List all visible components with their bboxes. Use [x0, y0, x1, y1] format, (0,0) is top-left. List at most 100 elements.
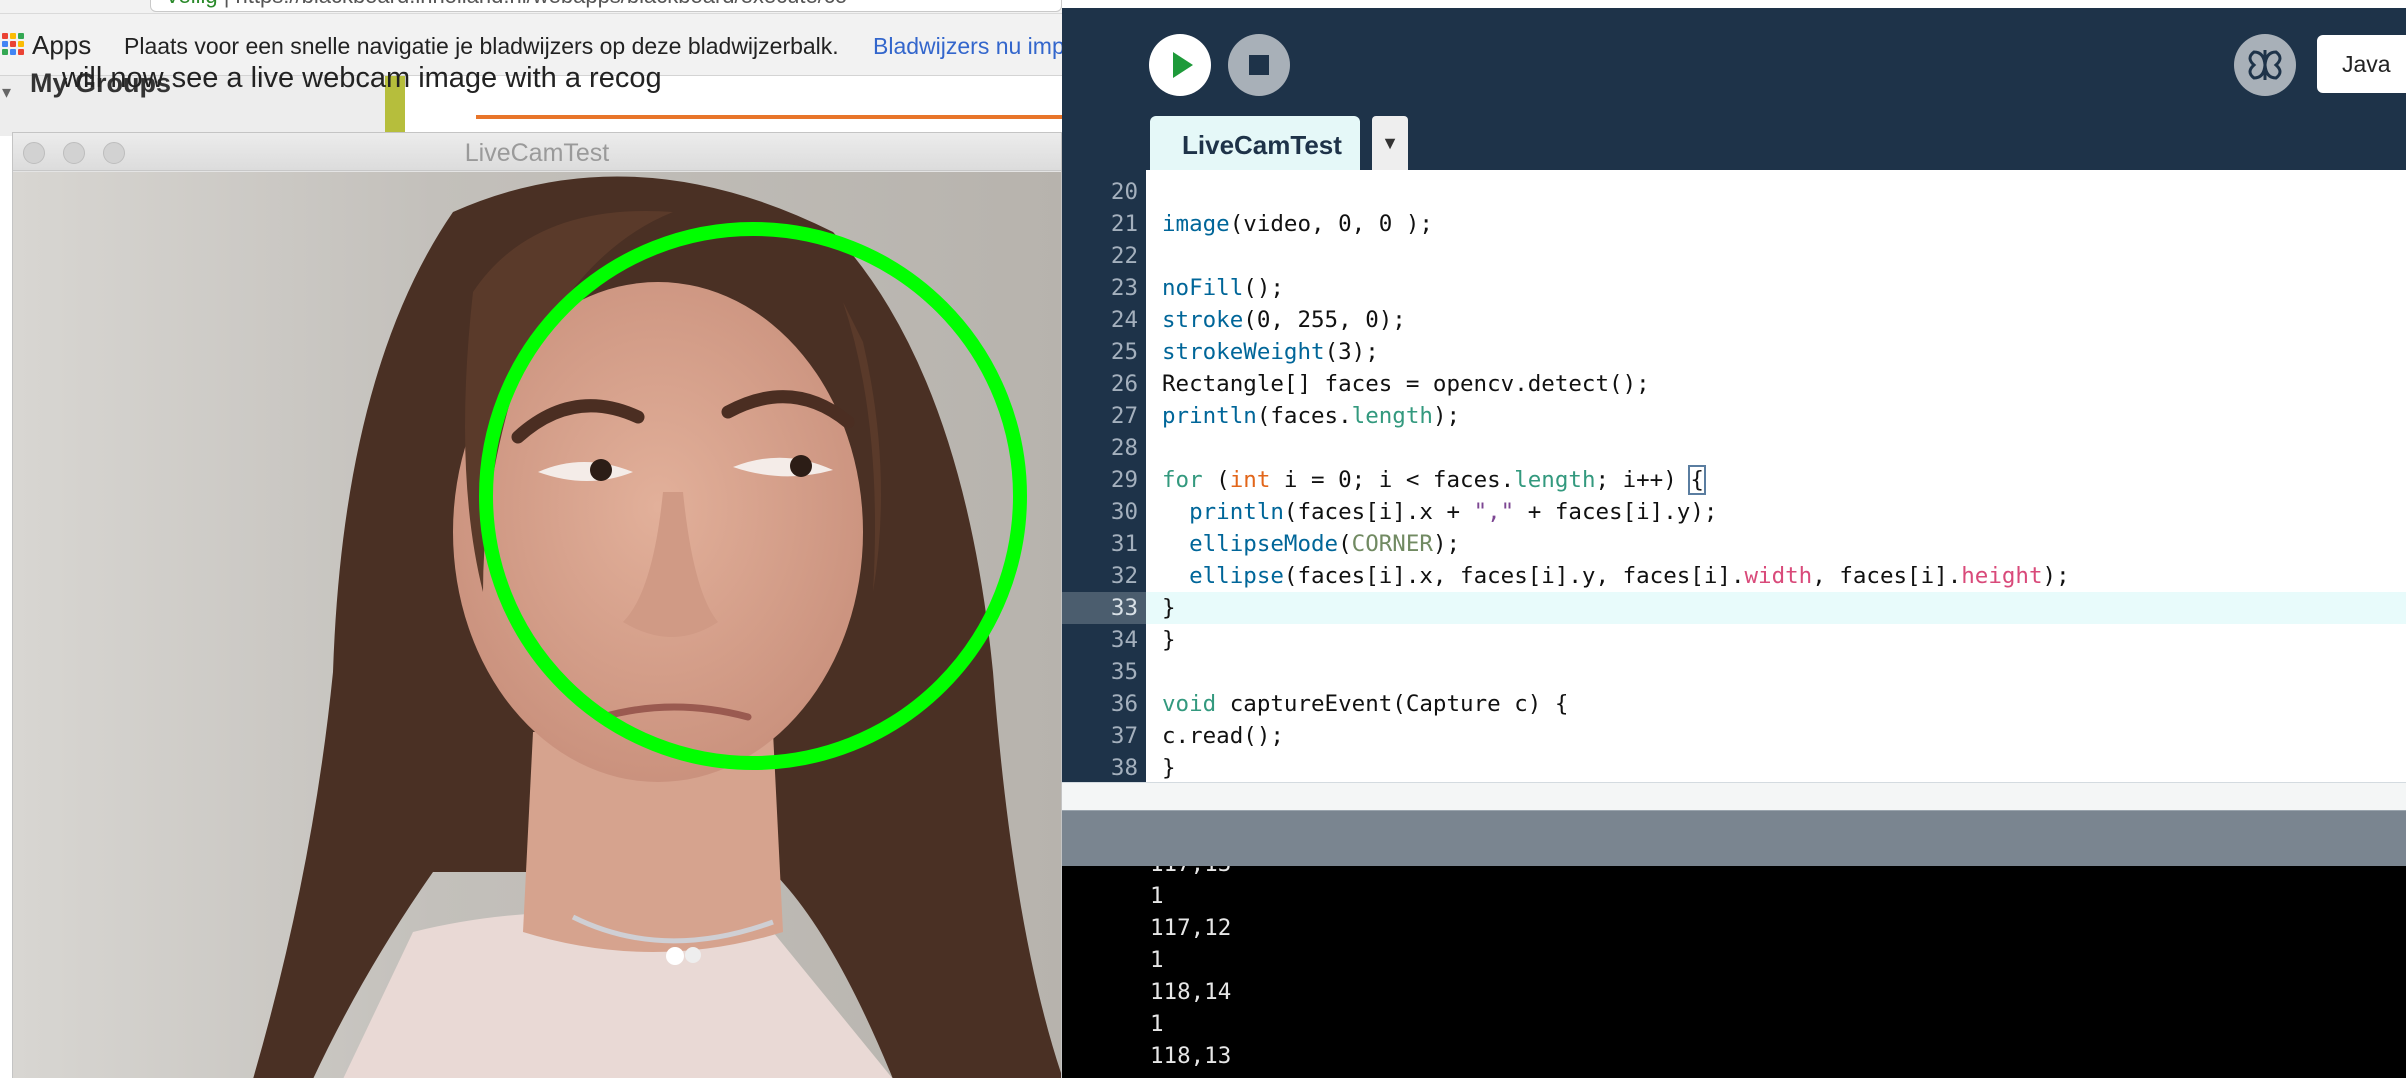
code-line[interactable]: 21 image(video, 0, 0 );: [1062, 208, 2406, 240]
mode-label: Java: [2342, 51, 2391, 77]
page-divider: [476, 115, 1062, 119]
apps-dot: [2, 41, 8, 47]
mode-selector[interactable]: Java ▼: [2317, 35, 2406, 93]
apps-dot: [2, 33, 8, 39]
line-number: 23: [1110, 275, 1138, 301]
secure-lock-label: Veilig: [165, 0, 218, 8]
apps-dot: [10, 49, 16, 55]
stop-button[interactable]: [1228, 34, 1290, 96]
line-number: 22: [1110, 243, 1138, 269]
code-line[interactable]: 30 println(faces[i].x + "," + faces[i].y…: [1062, 496, 2406, 528]
editor-horizontal-scrollbar[interactable]: [1062, 782, 2406, 810]
apps-dot: [18, 41, 24, 47]
code-line[interactable]: 34}: [1062, 624, 2406, 656]
line-number: 33: [1062, 592, 1146, 624]
line-number: 38: [1110, 755, 1138, 781]
code-text: c.read();: [1162, 723, 1284, 749]
sketch-window: LiveCamTest: [12, 132, 1062, 1078]
code-text: }: [1162, 755, 1176, 781]
webcam-image: [13, 172, 1061, 1078]
run-button[interactable]: [1149, 34, 1211, 96]
console-line: 117,13: [1150, 866, 1231, 880]
line-number: 20: [1110, 179, 1138, 205]
line-number: 37: [1110, 723, 1138, 749]
code-text: ellipse(faces[i].x, faces[i].y, faces[i]…: [1189, 563, 2070, 589]
code-line[interactable]: 32 ellipse(faces[i].x, faces[i].y, faces…: [1062, 560, 2406, 592]
console-line: 1: [1150, 1011, 1164, 1037]
code-line[interactable]: 26 Rectangle[] faces = opencv.detect();: [1062, 368, 2406, 400]
code-line[interactable]: 37 c.read();: [1062, 720, 2406, 752]
line-number: 34: [1110, 627, 1138, 653]
butterfly-icon: [2248, 50, 2282, 80]
ide-toolbar: Java ▼ LiveCamTest ▼: [1062, 8, 2406, 170]
apps-dot: [18, 49, 24, 55]
code-line[interactable]: 33}: [1062, 592, 2406, 624]
code-text: noFill();: [1162, 275, 1284, 301]
code-line[interactable]: 27 println(faces.length);: [1062, 400, 2406, 432]
webcam-frame: [13, 172, 1061, 1078]
console-line: 118,13: [1150, 1043, 1232, 1069]
code-text: Rectangle[] faces = opencv.detect();: [1162, 371, 1650, 397]
window-title: LiveCamTest: [464, 139, 610, 167]
browser-toolbar: Veilig | https://blackboard.inholland.nl…: [0, 0, 1062, 14]
line-number: 30: [1110, 499, 1138, 525]
code-text: for (int i = 0; i < faces.length; i++) {: [1162, 465, 1706, 495]
apps-grid-icon[interactable]: [2, 33, 24, 55]
window-titlebar[interactable]: LiveCamTest: [13, 133, 1061, 171]
console-line: 1: [1150, 947, 1164, 973]
code-line[interactable]: 23 noFill();: [1062, 272, 2406, 304]
apps-link[interactable]: Apps: [32, 30, 91, 61]
line-number: 36: [1110, 691, 1138, 717]
debug-button[interactable]: [2234, 34, 2296, 96]
code-text: println(faces.length);: [1162, 403, 1461, 429]
stop-icon: [1249, 55, 1269, 75]
console-output: 117,13 1 117,12 1 118,14 1 118,13: [1062, 866, 2406, 1078]
apps-dot: [10, 41, 16, 47]
tab-menu-button[interactable]: ▼: [1372, 116, 1408, 170]
code-line[interactable]: 38}: [1062, 752, 2406, 784]
console-line: 118,14: [1150, 979, 1232, 1005]
code-lines: 20 21 image(video, 0, 0 ); 22 23 noFill(); 24 s…: [1062, 176, 2406, 784]
code-line[interactable]: 22: [1062, 240, 2406, 272]
code-text: strokeWeight(3);: [1162, 339, 1379, 365]
line-number: 35: [1110, 659, 1138, 685]
code-line[interactable]: 31 ellipseMode(CORNER);: [1062, 528, 2406, 560]
apps-dot: [10, 33, 16, 39]
console-line: 117,12: [1150, 915, 1232, 941]
import-bookmarks-link[interactable]: Bladwijzers nu imp: [873, 33, 1062, 60]
apps-dot: [2, 49, 8, 55]
console-divider[interactable]: [1062, 810, 2406, 866]
code-text: stroke(0, 255, 0);: [1162, 307, 1406, 333]
code-line[interactable]: 20: [1062, 176, 2406, 208]
line-number: 29: [1110, 467, 1138, 493]
code-line[interactable]: 29 for (int i = 0; i < faces.length; i++)…: [1062, 464, 2406, 496]
code-text: image(video, 0, 0 );: [1162, 211, 1433, 237]
code-line[interactable]: 25 strokeWeight(3);: [1062, 336, 2406, 368]
line-number: 21: [1110, 211, 1138, 237]
page-paragraph: will now see a live webcam image with a …: [62, 62, 662, 94]
line-number: 31: [1110, 531, 1138, 557]
line-number: 24: [1110, 307, 1138, 333]
code-editor[interactable]: 20 21 image(video, 0, 0 ); 22 23 noFill(); 24 s…: [1062, 170, 2406, 782]
bookmarks-hint: Plaats voor een snelle navigatie je blad…: [124, 33, 839, 59]
code-text: println(faces[i].x + "," + faces[i].y);: [1189, 499, 1718, 525]
address-bar[interactable]: Veilig | https://blackboard.inholland.nl…: [150, 0, 1062, 12]
url-text: https://blackboard.inholland.nl/webapps/…: [236, 0, 848, 8]
console-lines: 117,13 1 117,12 1 118,14 1 118,13: [1150, 866, 1231, 1072]
play-icon: [1173, 52, 1193, 78]
code-text: void captureEvent(Capture c) {: [1162, 691, 1569, 717]
code-text: }: [1162, 595, 1176, 621]
line-number: 32: [1110, 563, 1138, 589]
line-number: 26: [1110, 371, 1138, 397]
console-line: 1: [1150, 883, 1164, 909]
line-number: 25: [1110, 339, 1138, 365]
tab-livecamtest[interactable]: LiveCamTest: [1150, 116, 1360, 170]
tab-label: LiveCamTest: [1182, 130, 1342, 160]
collapse-arrow-icon[interactable]: ▾: [2, 82, 11, 103]
code-line[interactable]: 28: [1062, 432, 2406, 464]
code-line[interactable]: 36 void captureEvent(Capture c) {: [1062, 688, 2406, 720]
apps-dot: [18, 33, 24, 39]
code-line[interactable]: 35: [1062, 656, 2406, 688]
line-number: 28: [1110, 435, 1138, 461]
code-line[interactable]: 24 stroke(0, 255, 0);: [1062, 304, 2406, 336]
